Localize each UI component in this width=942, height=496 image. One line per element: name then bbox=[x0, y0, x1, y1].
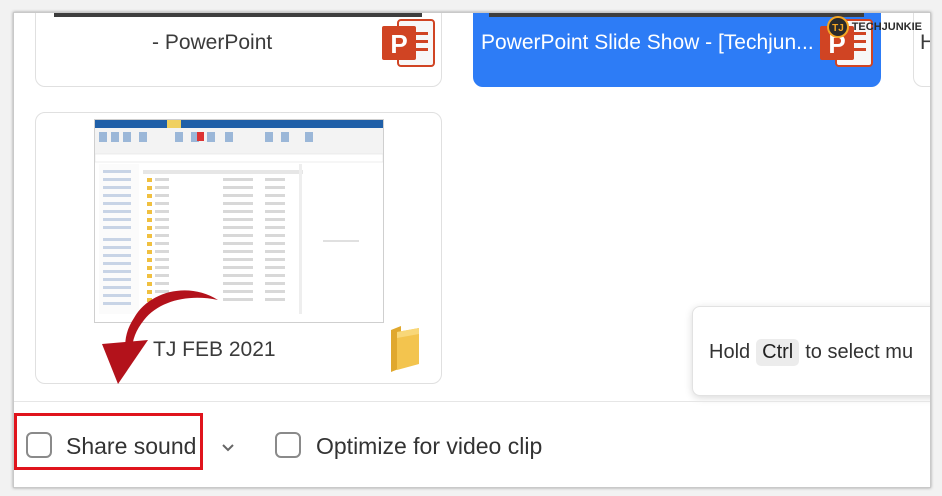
explorer-thumbnail bbox=[94, 119, 384, 323]
window-card-explorer[interactable]: TJ FEB 2021 bbox=[35, 112, 442, 384]
window-preview-strip bbox=[54, 13, 422, 17]
folder-icon bbox=[391, 326, 419, 372]
svg-text:P: P bbox=[390, 29, 407, 59]
window-preview-strip bbox=[489, 13, 864, 17]
window-card-title: PowerPoint Slide Show - [Techjun... bbox=[481, 31, 814, 54]
techjunkie-logo-icon: TJ bbox=[826, 16, 849, 38]
window-card-powerpoint[interactable]: - PowerPoint P bbox=[35, 13, 442, 87]
logo-text: TECHJUNKIE bbox=[851, 21, 922, 33]
chevron-down-icon[interactable] bbox=[221, 443, 235, 453]
powerpoint-icon: P bbox=[382, 19, 435, 67]
options-divider bbox=[14, 401, 930, 402]
optimize-video-checkbox[interactable] bbox=[275, 432, 301, 458]
techjunkie-logo: TJ TECHJUNKIE bbox=[826, 16, 922, 38]
window-card-title: - PowerPoint bbox=[152, 31, 273, 54]
ctrl-select-tooltip: Hold Ctrl to select mu bbox=[692, 306, 930, 396]
window-card-slideshow[interactable]: PowerPoint Slide Show - [Techjun... P bbox=[473, 13, 881, 87]
window-card-title: TJ FEB 2021 bbox=[153, 338, 276, 361]
share-sound-highlight bbox=[14, 413, 203, 470]
ctrl-key-badge: Ctrl bbox=[756, 339, 800, 366]
explorer-screenshot-icon bbox=[95, 120, 383, 314]
optimize-video-label[interactable]: Optimize for video clip bbox=[316, 433, 542, 460]
tooltip-prefix: Hold bbox=[709, 341, 751, 363]
logo-badge-text: TJ bbox=[832, 23, 844, 34]
tooltip-text: Hold Ctrl to select mu bbox=[709, 339, 913, 366]
tooltip-suffix: to select mu bbox=[805, 341, 914, 363]
